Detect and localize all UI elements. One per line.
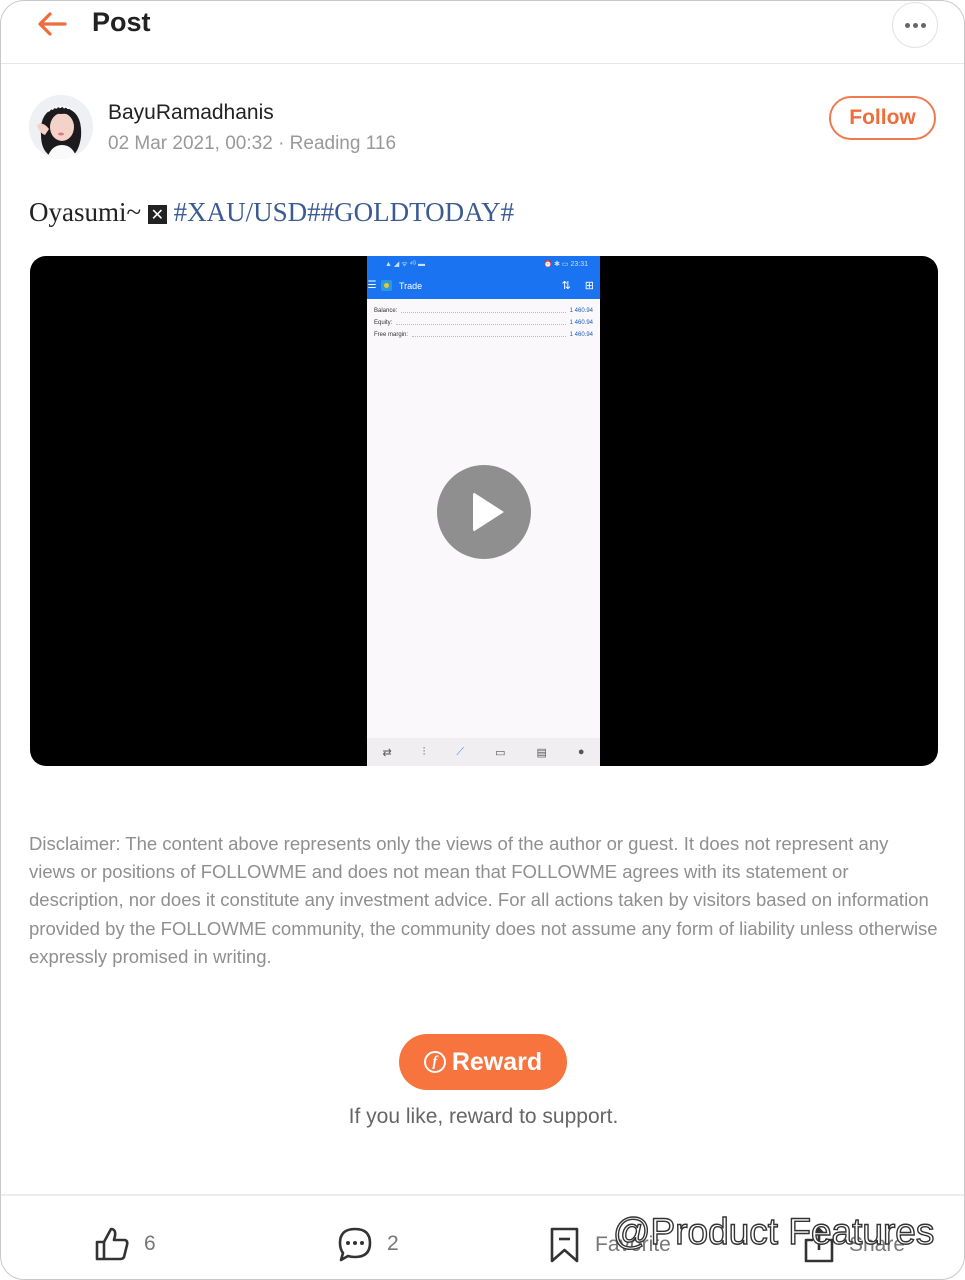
row-label: Equity:	[374, 320, 393, 326]
avatar[interactable]	[29, 95, 93, 159]
more-horizontal-icon	[904, 22, 910, 28]
row-value: 1 460.94	[569, 332, 593, 338]
row-label: Balance:	[374, 308, 398, 314]
more-dot	[920, 22, 926, 28]
chart-icon: ⫶	[422, 745, 426, 758]
phone-status-bar: ▲ ◢ ᯤ ⁴ᴳ ▬ ⏰ ✱ ▭ 23:31	[367, 256, 600, 272]
reward-hint: If you like, reward to support.	[348, 1105, 619, 1128]
avatar-image	[29, 95, 93, 159]
play-icon[interactable]	[437, 465, 531, 559]
account-row: Free margin: 1 460.94	[374, 329, 593, 341]
top-bar: Post	[1, 1, 964, 64]
more-button[interactable]	[892, 2, 938, 48]
post-page: Post BayuRamadhanis 02 Mar 2021, 00:32 ·…	[0, 0, 965, 1280]
phone-bottom-nav: ⇄ ⫶ ⟋ ▭ ▤ ●	[367, 738, 600, 766]
reward-label: Reward	[451, 1047, 543, 1076]
post-text: Oyasumi~ ✕ #XAU/USD##GOLDTODAY#	[29, 197, 514, 228]
quotes-icon: ⇄	[382, 746, 392, 759]
video-player[interactable]: ▲ ◢ ᯤ ⁴ᴳ ▬ ⏰ ✱ ▭ 23:31 ☰ Trade ⇅ ⊞ Balan…	[30, 256, 938, 766]
status-right: ⏰ ✱ ▭ 23:31	[543, 261, 588, 268]
hamburger-icon: ☰	[367, 280, 377, 291]
sort-icon: ⇅	[561, 280, 571, 292]
reward-button[interactable]: f Reward	[399, 1034, 567, 1090]
row-label: Free margin:	[374, 332, 409, 338]
history-icon: ▭	[495, 746, 506, 759]
comment-count: 2	[387, 1232, 399, 1255]
disclaimer-text: Disclaimer: The content above represents…	[29, 833, 938, 967]
coin-icon: f	[423, 1051, 446, 1073]
post-text-plain: Oyasumi~	[29, 197, 142, 227]
more-dot	[912, 22, 918, 28]
post-meta: 02 Mar 2021, 00:32 · Reading 116	[108, 133, 397, 154]
account-summary: Balance: 1 460.94 Equity: 1 460.94 Free ma…	[367, 299, 600, 341]
chat-icon: ●	[577, 746, 585, 758]
new-order-icon: ⊞	[584, 280, 594, 292]
comment-icon	[338, 1227, 372, 1262]
author-name[interactable]: BayuRamadhanis	[108, 101, 274, 125]
like-button[interactable]: 6	[94, 1226, 156, 1262]
bookmark-icon	[550, 1227, 579, 1263]
watermark: @Product Features	[612, 1210, 935, 1252]
row-value: 1 460.94	[569, 320, 593, 326]
app-title: Trade	[399, 280, 423, 291]
page-title: Post	[92, 7, 151, 37]
comment-button[interactable]: 2	[337, 1226, 399, 1262]
row-value: 1 460.94	[569, 308, 593, 314]
arrow-left-icon	[38, 12, 67, 36]
trade-icon: ⟋	[456, 745, 465, 758]
thumbs-up-icon	[95, 1227, 129, 1261]
news-icon: ▤	[536, 746, 547, 759]
account-row: Balance: 1 460.94	[374, 305, 593, 317]
back-button[interactable]	[35, 9, 71, 39]
app-logo-icon	[381, 280, 392, 291]
unsupported-emoji-icon: ✕	[147, 205, 167, 224]
hashtag-link[interactable]: #XAU/USD##GOLDTODAY#	[174, 197, 515, 227]
status-left: ▲ ◢ ᯤ ⁴ᴳ ▬	[385, 260, 425, 268]
phone-app-bar: ☰ Trade ⇅ ⊞	[367, 272, 600, 299]
like-count: 6	[144, 1232, 156, 1255]
follow-button[interactable]: Follow	[829, 96, 936, 140]
account-row: Equity: 1 460.94	[374, 317, 593, 329]
